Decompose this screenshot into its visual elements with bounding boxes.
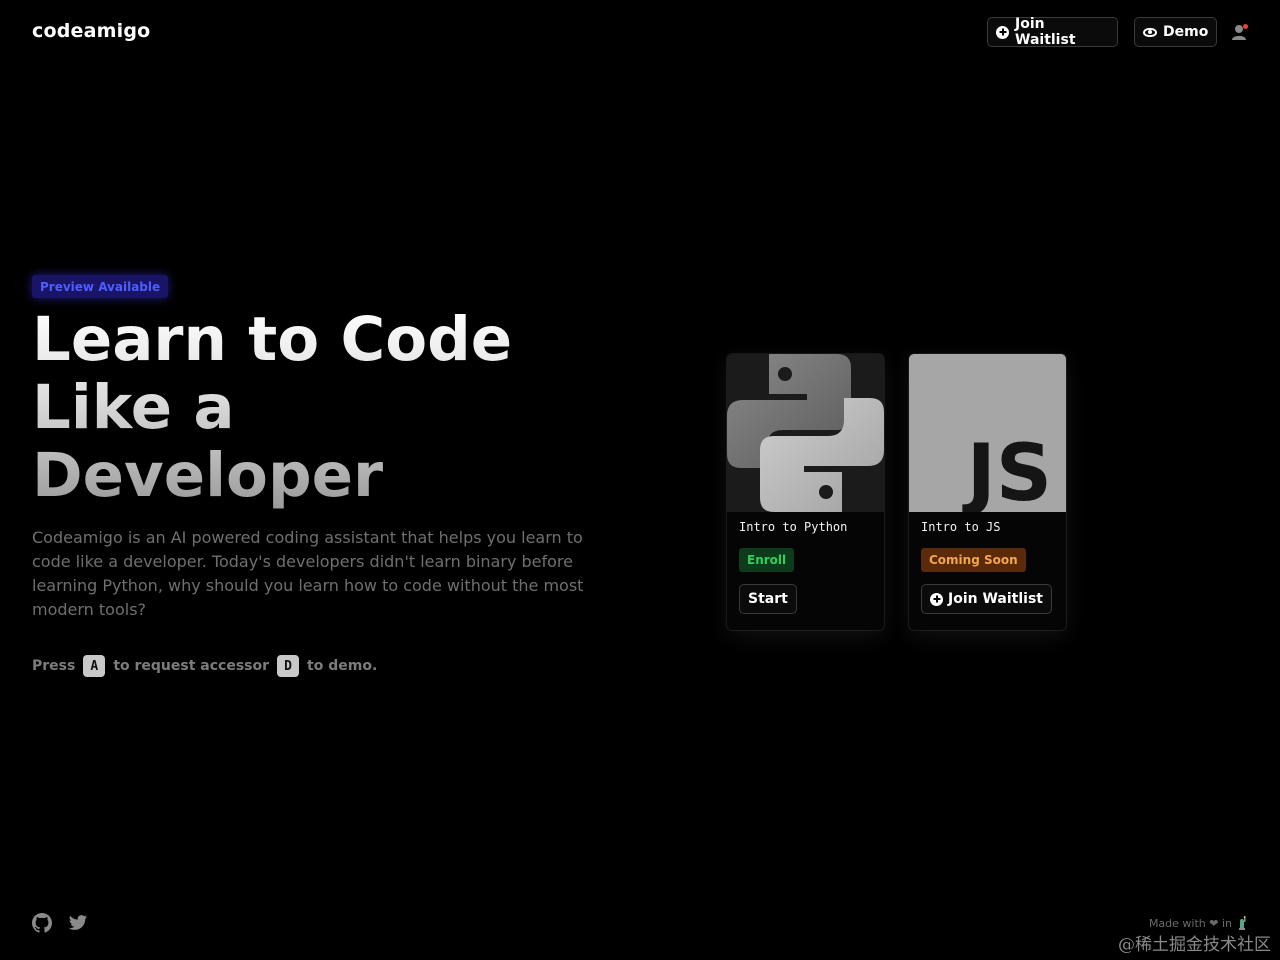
python-logo-image bbox=[727, 354, 884, 512]
js-logo-icon: JS bbox=[962, 429, 1052, 519]
key-d[interactable]: D bbox=[277, 655, 300, 677]
brand-logo[interactable]: codeamigo bbox=[32, 20, 150, 42]
press-middle: to request accessor bbox=[113, 658, 270, 674]
join-waitlist-card-label: Join Waitlist bbox=[948, 591, 1043, 607]
js-logo-image: JS bbox=[909, 354, 1066, 519]
join-waitlist-button[interactable]: Join Waitlist bbox=[987, 16, 1118, 48]
keyboard-shortcuts-hint: Press A to request accessor D to demo. bbox=[32, 655, 377, 677]
python-logo-icon bbox=[727, 354, 884, 512]
made-with-text: Made with ❤ in bbox=[1148, 916, 1232, 930]
course-card-python: Intro to Python Enroll Start bbox=[727, 354, 884, 630]
plus-circle-icon bbox=[930, 592, 943, 606]
hero-description: Codeamigo is an AI powered coding assist… bbox=[32, 528, 584, 619]
key-a[interactable]: A bbox=[83, 655, 106, 677]
join-waitlist-card-button[interactable]: Join Waitlist bbox=[921, 584, 1052, 614]
twitter-icon[interactable] bbox=[68, 913, 88, 933]
demo-label: Demo bbox=[1163, 24, 1209, 40]
demo-button[interactable]: Demo bbox=[1134, 17, 1217, 47]
hero-title-line-2: Like a bbox=[32, 372, 235, 443]
hero-title-line-1: Learn to Code bbox=[32, 304, 513, 375]
start-button[interactable]: Start bbox=[739, 584, 797, 614]
hero-title-line-3: Developer bbox=[32, 440, 384, 511]
join-waitlist-label: Join Waitlist bbox=[1015, 16, 1076, 48]
github-icon[interactable] bbox=[32, 913, 52, 933]
eye-icon bbox=[1143, 27, 1157, 37]
press-prefix: Press bbox=[32, 658, 76, 674]
press-suffix: to demo. bbox=[307, 658, 378, 674]
course-title: Intro to JS bbox=[921, 520, 1001, 534]
course-title: Intro to Python bbox=[739, 520, 848, 534]
start-label: Start bbox=[748, 591, 788, 607]
made-with-credit: Made with ❤ in bbox=[1149, 916, 1248, 930]
coming-soon-badge: Coming Soon bbox=[921, 548, 1026, 572]
juejin-watermark: @稀土掘金技术社区 bbox=[1118, 935, 1271, 955]
js-logo-text: JS bbox=[962, 429, 1052, 512]
enroll-badge: Enroll bbox=[739, 548, 795, 572]
course-card-js: JS Intro to JS Coming Soon Join Waitlist bbox=[909, 354, 1066, 630]
preview-available-badge: Preview Available bbox=[32, 275, 169, 298]
statue-of-liberty-icon bbox=[1239, 916, 1246, 930]
user-avatar-icon[interactable] bbox=[1231, 23, 1249, 41]
hero-title: Learn to Code Like a Developer bbox=[32, 306, 652, 510]
plus-circle-icon bbox=[996, 25, 1009, 39]
